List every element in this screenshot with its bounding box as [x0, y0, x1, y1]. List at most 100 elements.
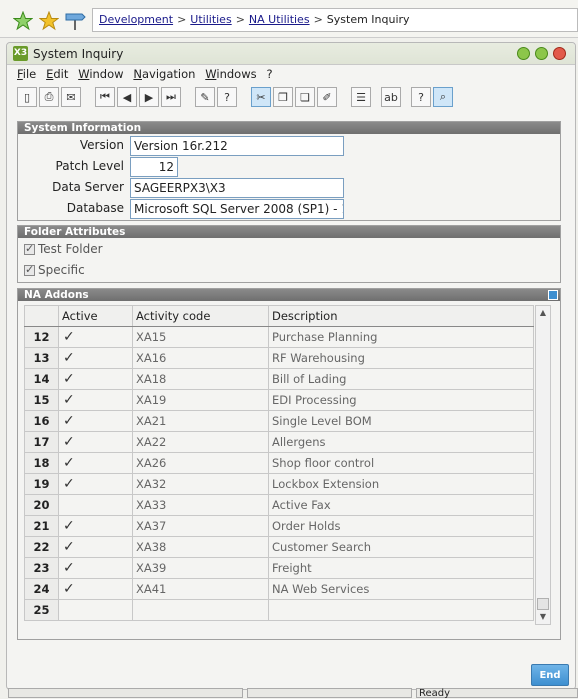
- list-icon[interactable]: ☰: [351, 87, 371, 107]
- description-cell[interactable]: Bill of Lading: [268, 368, 534, 390]
- scroll-thumb[interactable]: [537, 598, 549, 610]
- active-check[interactable]: ✓: [58, 515, 133, 537]
- breadcrumb-utilities[interactable]: Utilities: [190, 13, 231, 26]
- table-row[interactable]: 13 ✓ XA16 RF Warehousing: [24, 347, 534, 369]
- col-activity-code-header[interactable]: Activity code: [132, 305, 269, 327]
- active-check[interactable]: ✓: [58, 557, 133, 579]
- help-circle-icon[interactable]: ?: [217, 87, 237, 107]
- breadcrumb-na-utilities[interactable]: NA Utilities: [249, 13, 310, 26]
- description-cell[interactable]: EDI Processing: [268, 389, 534, 411]
- text-field-icon[interactable]: ab: [381, 87, 401, 107]
- table-row[interactable]: 19 ✓ XA32 Lockbox Extension: [24, 473, 534, 495]
- active-check[interactable]: ✓: [58, 431, 133, 453]
- table-row[interactable]: 14 ✓ XA18 Bill of Lading: [24, 368, 534, 390]
- activity-code-cell[interactable]: XA37: [132, 515, 269, 537]
- menu-help[interactable]: ?: [266, 67, 272, 81]
- activity-code-cell[interactable]: XA32: [132, 473, 269, 495]
- previous-record-icon[interactable]: ◀: [117, 87, 137, 107]
- first-record-icon[interactable]: ⏮: [95, 87, 115, 107]
- activity-code-cell[interactable]: XA39: [132, 557, 269, 579]
- active-check[interactable]: ✓: [58, 368, 133, 390]
- active-check[interactable]: ✓: [58, 347, 133, 369]
- edit-icon[interactable]: ✐: [317, 87, 337, 107]
- active-check[interactable]: [58, 494, 133, 516]
- activity-code-cell[interactable]: XA18: [132, 368, 269, 390]
- description-cell[interactable]: Order Holds: [268, 515, 534, 537]
- table-row[interactable]: 15 ✓ XA19 EDI Processing: [24, 389, 534, 411]
- table-row[interactable]: 24 ✓ XA41 NA Web Services: [24, 578, 534, 600]
- activity-code-cell[interactable]: XA21: [132, 410, 269, 432]
- description-cell[interactable]: Lockbox Extension: [268, 473, 534, 495]
- breadcrumb-development[interactable]: Development: [99, 13, 173, 26]
- activity-code-cell[interactable]: XA19: [132, 389, 269, 411]
- description-cell[interactable]: Single Level BOM: [268, 410, 534, 432]
- active-check[interactable]: ✓: [58, 389, 133, 411]
- description-cell[interactable]: [268, 599, 534, 621]
- close-button[interactable]: [553, 47, 566, 60]
- search-icon[interactable]: ⌕: [433, 87, 453, 107]
- description-cell[interactable]: RF Warehousing: [268, 347, 534, 369]
- active-check[interactable]: ✓: [58, 452, 133, 474]
- menu-window[interactable]: Window: [78, 67, 123, 81]
- paste-icon[interactable]: ❏: [295, 87, 315, 107]
- active-check[interactable]: ✓: [58, 536, 133, 558]
- table-row[interactable]: 12 ✓ XA15 Purchase Planning: [24, 326, 534, 348]
- table-row[interactable]: 17 ✓ XA22 Allergens: [24, 431, 534, 453]
- menu-file[interactable]: File: [17, 67, 36, 81]
- scroll-up-icon[interactable]: ▲: [536, 306, 550, 320]
- table-row[interactable]: 21 ✓ XA37 Order Holds: [24, 515, 534, 537]
- description-cell[interactable]: Allergens: [268, 431, 534, 453]
- active-check[interactable]: ✓: [58, 578, 133, 600]
- menu-windows[interactable]: Windows: [205, 67, 256, 81]
- table-row[interactable]: 20 XA33 Active Fax: [24, 494, 534, 516]
- patch-level-field[interactable]: 12: [130, 157, 178, 177]
- test-folder-checkbox[interactable]: [24, 242, 35, 255]
- new-document-icon[interactable]: ▯: [17, 87, 37, 107]
- menu-navigation[interactable]: Navigation: [133, 67, 195, 81]
- print-icon[interactable]: ⎙: [39, 87, 59, 107]
- description-cell[interactable]: Customer Search: [268, 536, 534, 558]
- activity-code-cell[interactable]: XA16: [132, 347, 269, 369]
- table-row[interactable]: 25: [24, 599, 534, 621]
- table-row[interactable]: 23 ✓ XA39 Freight: [24, 557, 534, 579]
- description-cell[interactable]: Freight: [268, 557, 534, 579]
- attachment-icon[interactable]: ✎: [195, 87, 215, 107]
- description-cell[interactable]: Purchase Planning: [268, 326, 534, 348]
- description-cell[interactable]: NA Web Services: [268, 578, 534, 600]
- col-description-header[interactable]: Description: [268, 305, 534, 327]
- activity-code-cell[interactable]: XA22: [132, 431, 269, 453]
- database-field[interactable]: Microsoft SQL Server 2008 (SP1) - 1(: [130, 199, 344, 219]
- expand-icon[interactable]: [548, 290, 558, 300]
- next-record-icon[interactable]: ▶: [139, 87, 159, 107]
- copy-icon[interactable]: ❐: [273, 87, 293, 107]
- description-cell[interactable]: Shop floor control: [268, 452, 534, 474]
- info-icon[interactable]: ?: [411, 87, 431, 107]
- email-icon[interactable]: ✉: [61, 87, 81, 107]
- maximize-button[interactable]: [535, 47, 548, 60]
- menu-edit[interactable]: Edit: [46, 67, 68, 81]
- favorites-star-icon[interactable]: [38, 10, 60, 32]
- specific-checkbox[interactable]: [24, 263, 35, 276]
- table-row[interactable]: 22 ✓ XA38 Customer Search: [24, 536, 534, 558]
- activity-code-cell[interactable]: XA33: [132, 494, 269, 516]
- end-button[interactable]: End: [531, 664, 569, 686]
- last-record-icon[interactable]: ⏭: [161, 87, 181, 107]
- data-server-field[interactable]: SAGEERPX3\X3: [130, 178, 344, 198]
- table-row[interactable]: 18 ✓ XA26 Shop floor control: [24, 452, 534, 474]
- description-cell[interactable]: Active Fax: [268, 494, 534, 516]
- table-scrollbar[interactable]: ▲ ▼: [535, 305, 551, 625]
- activity-code-cell[interactable]: XA41: [132, 578, 269, 600]
- activity-code-cell[interactable]: XA38: [132, 536, 269, 558]
- active-check[interactable]: ✓: [58, 410, 133, 432]
- signpost-icon[interactable]: [64, 10, 86, 32]
- version-field[interactable]: Version 16r.212: [130, 136, 344, 156]
- table-row[interactable]: 16 ✓ XA21 Single Level BOM: [24, 410, 534, 432]
- active-check[interactable]: ✓: [58, 326, 133, 348]
- scroll-down-icon[interactable]: ▼: [536, 610, 550, 624]
- minimize-button[interactable]: [517, 47, 530, 60]
- active-check[interactable]: ✓: [58, 473, 133, 495]
- activity-code-cell[interactable]: XA15: [132, 326, 269, 348]
- activity-code-cell[interactable]: [132, 599, 269, 621]
- home-star-icon[interactable]: [12, 10, 34, 32]
- cut-icon[interactable]: ✂: [251, 87, 271, 107]
